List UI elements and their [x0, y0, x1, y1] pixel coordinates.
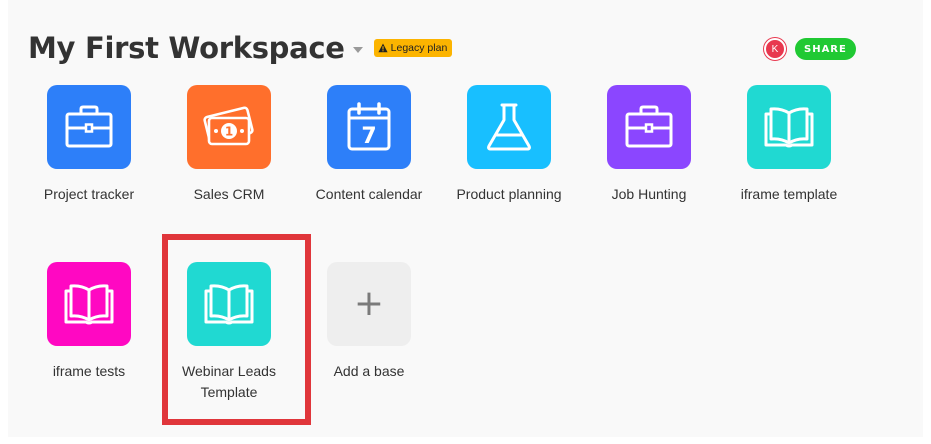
workspace-menu-caret-icon[interactable]: [352, 47, 363, 53]
base-project-tracker[interactable]: Project tracker: [19, 85, 159, 205]
calendar-day-number: 7: [361, 124, 376, 149]
legacy-plan-label: Legacy plan: [390, 42, 448, 54]
add-base-tile[interactable]: +: [327, 262, 411, 346]
money-icon: 1: [203, 106, 254, 146]
book-icon: [204, 284, 254, 325]
base-webinar-leads-template[interactable]: Webinar Leads Template: [159, 262, 299, 403]
base-tile[interactable]: [187, 262, 271, 346]
collaborator-avatar[interactable]: K: [764, 38, 786, 60]
base-label: Product planning: [456, 186, 562, 202]
base-tile[interactable]: [467, 85, 551, 169]
base-tile[interactable]: [607, 85, 691, 169]
svg-text:1: 1: [225, 125, 233, 139]
base-iframe-template[interactable]: iframe template: [719, 85, 859, 205]
share-button[interactable]: SHARE: [795, 38, 856, 60]
calendar-icon: 7: [347, 102, 391, 151]
base-label: Content calendar: [315, 186, 423, 202]
add-base-label: Add a base: [333, 363, 405, 379]
base-label-line: Template: [200, 384, 258, 400]
base-label: Project tracker: [43, 186, 135, 202]
book-icon: [64, 284, 114, 325]
base-job-hunting[interactable]: Job Hunting: [579, 85, 719, 205]
workspace-header: My First Workspace Legacy plan: [28, 28, 453, 68]
briefcase-icon: [625, 105, 673, 148]
base-label: Webinar Leads Template: [182, 361, 276, 403]
base-tile[interactable]: [747, 85, 831, 169]
base-label: iframe tests: [52, 363, 126, 379]
add-base-button[interactable]: + Add a base: [299, 262, 439, 382]
base-label: Job Hunting: [611, 186, 687, 202]
workspace-title[interactable]: My First Workspace: [28, 31, 345, 65]
base-iframe-tests[interactable]: iframe tests: [19, 262, 159, 382]
base-label: iframe template: [740, 186, 838, 202]
warning-icon: [378, 43, 388, 53]
legacy-plan-badge[interactable]: Legacy plan: [373, 39, 453, 57]
base-product-planning[interactable]: Product planning: [439, 85, 579, 205]
base-tile[interactable]: [47, 85, 131, 169]
base-label-line: Webinar Leads: [182, 363, 276, 379]
flask-icon: [487, 103, 531, 151]
base-tile[interactable]: [47, 262, 131, 346]
briefcase-icon: [65, 105, 113, 148]
base-sales-crm[interactable]: 1 Sales CRM: [159, 85, 299, 205]
book-icon: [764, 107, 814, 148]
base-tile[interactable]: 1: [187, 85, 271, 169]
base-content-calendar[interactable]: 7 Content calendar: [299, 85, 439, 205]
base-tile[interactable]: 7: [327, 85, 411, 169]
plus-icon: +: [353, 283, 385, 324]
base-label: Sales CRM: [193, 186, 265, 202]
